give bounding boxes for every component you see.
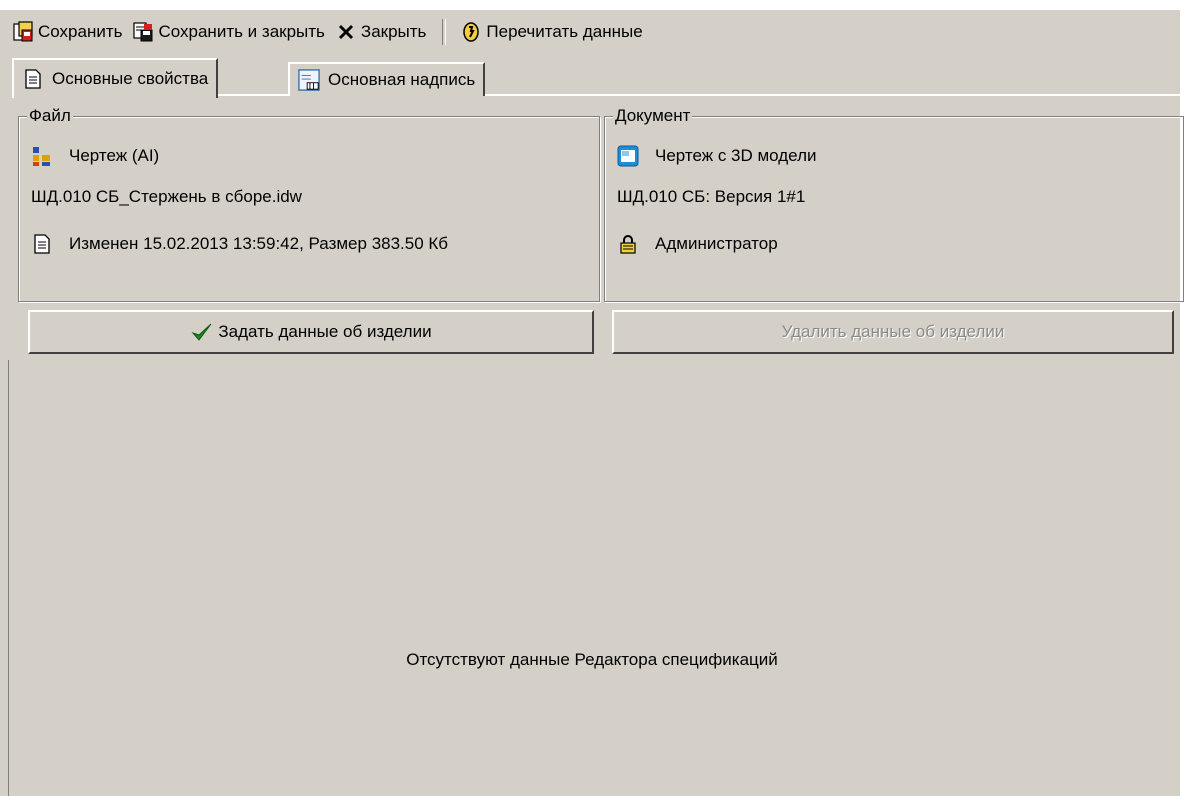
document-designation-text: ШД.010 СБ: Версия 1#1 [617, 187, 806, 206]
delete-product-data-label: Удалить данные об изделии [781, 322, 1005, 341]
drawing-icon [31, 145, 53, 167]
close-button[interactable]: Закрыть [331, 18, 432, 46]
document-group: Документ Чертеж с 3D модели ШД.010 СБ: В… [604, 106, 1184, 302]
file-group: Файл Чертеж (AI) ШД.010 СБ_Стержень в сб… [18, 106, 600, 302]
save-and-close-label: Сохранить и закрыть [158, 22, 325, 41]
check-icon [190, 320, 214, 344]
close-icon [335, 21, 357, 43]
tab-strip: Основные свойства Основная надпись [12, 58, 1180, 98]
tab-main-properties-label: Основные свойства [52, 69, 209, 88]
document-type-text: Чертеж с 3D модели [655, 146, 817, 165]
delete-product-data-button[interactable]: Удалить данные об изделии [612, 310, 1174, 354]
document-owner-text: Администратор [655, 234, 778, 253]
file-icon [31, 233, 53, 255]
document-icon [22, 68, 44, 90]
document-group-legend: Документ [613, 106, 693, 126]
set-product-data-button[interactable]: Задать данные об изделии [28, 310, 594, 354]
model-drawing-icon [617, 145, 639, 167]
file-name-text: ШД.010 СБ_Стержень в сборе.idw [31, 187, 302, 206]
file-modified-row: Изменен 15.02.2013 13:59:42, Размер 383.… [31, 233, 448, 255]
left-border-line [8, 360, 11, 796]
file-group-legend: Файл [27, 106, 73, 126]
set-product-data-label: Задать данные об изделии [218, 322, 432, 341]
reload-label: Перечитать данные [486, 22, 643, 41]
document-type-row: Чертеж с 3D модели [617, 145, 817, 167]
lock-icon [617, 233, 639, 255]
reload-button[interactable]: Перечитать данные [456, 18, 648, 46]
tab-title-block-label: Основная надпись [328, 70, 476, 89]
tab-main-properties[interactable]: Основные свойства [12, 58, 219, 98]
file-name-row: ШД.010 СБ_Стержень в сборе.idw [31, 187, 302, 207]
toolbar: Сохранить Сохранить и закрыть Закрыть Пе… [8, 16, 1178, 48]
save-icon [12, 21, 34, 43]
stamp-icon [298, 69, 320, 91]
save-and-close-button[interactable]: Сохранить и закрыть [128, 18, 330, 46]
save-button[interactable]: Сохранить [8, 18, 128, 46]
close-label: Закрыть [360, 22, 427, 41]
app-window: Сохранить Сохранить и закрыть Закрыть Пе… [0, 0, 1184, 796]
document-owner-row: Администратор [617, 233, 778, 255]
file-modified-text: Изменен 15.02.2013 13:59:42, Размер 383.… [69, 234, 449, 253]
save-close-icon [132, 21, 154, 43]
toolbar-separator [442, 19, 447, 45]
file-type-text: Чертеж (AI) [69, 146, 160, 165]
top-edge [0, 0, 1184, 10]
file-type-row: Чертеж (AI) [31, 145, 159, 167]
save-label: Сохранить [38, 22, 123, 41]
empty-spec-message: Отсутствуют данные Редактора спецификаци… [406, 650, 778, 669]
reload-icon [460, 21, 482, 43]
tab-title-block[interactable]: Основная надпись [288, 62, 486, 96]
document-designation-row: ШД.010 СБ: Версия 1#1 [617, 187, 805, 207]
